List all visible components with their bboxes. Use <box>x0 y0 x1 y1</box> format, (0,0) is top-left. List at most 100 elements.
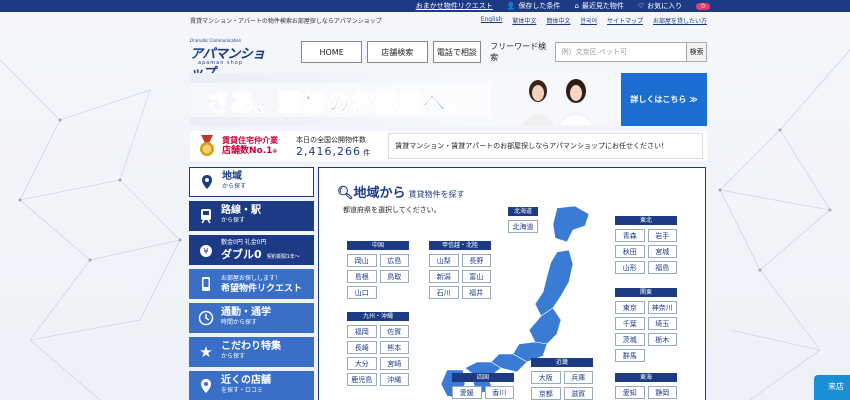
pref-button[interactable]: 千葉 <box>615 317 645 330</box>
pref-button[interactable]: 山口 <box>347 286 377 299</box>
pref-button[interactable]: 福島 <box>647 261 677 274</box>
sitemap-link[interactable]: サイトマップ <box>607 16 643 25</box>
listing-count-value: 2,416,266 <box>296 144 361 158</box>
pref-button[interactable]: 愛媛 <box>452 386 482 399</box>
pref-button[interactable]: 沖縄 <box>379 373 409 386</box>
medal-icon <box>200 135 214 156</box>
pref-button[interactable]: 福井 <box>461 286 491 299</box>
heart-icon: ♡ <box>637 2 645 10</box>
map-pin-icon <box>198 173 216 191</box>
sidebar-item-commute[interactable]: 通勤・通学 時間から探す <box>189 303 314 333</box>
sidebar-item-request[interactable]: お部屋お探しします！ 希望物件リクエスト <box>189 269 314 299</box>
pref-button[interactable]: 富山 <box>461 270 491 283</box>
region-kanto: 関東 東京 神奈川 千葉 埼玉 茨城 栃木 群馬 <box>615 288 677 362</box>
hero-banner[interactable]: さあ、理想のお部屋へ。 詳しくはこちら ≫ <box>190 73 707 126</box>
person-icon: 👤 <box>506 2 516 10</box>
pref-button[interactable]: 島根 <box>347 270 377 283</box>
pref-button[interactable]: 神奈川 <box>647 301 677 314</box>
lang-english-link[interactable]: English <box>481 16 503 25</box>
language-links: English 繁体中文 簡体中文 한국어 サイトマップ お部屋を貸したい方 <box>481 16 707 25</box>
region-koshinetsu: 甲信越・北陸 山梨 長野 新潟 富山 石川 福井 <box>429 241 491 299</box>
lang-simplified-chinese-link[interactable]: 簡体中文 <box>546 16 570 25</box>
visit-store-tab[interactable]: 来店 <box>814 375 850 400</box>
area-search-panel: 🔍︎地域から 賃貸物件を探す 都道府県を選択してください。 北海道 北海道 東北 … <box>318 167 706 400</box>
freeword-label: フリーワード検索 <box>490 42 547 62</box>
pref-button[interactable]: 岡山 <box>347 254 377 267</box>
lang-traditional-chinese-link[interactable]: 繁体中文 <box>512 16 536 25</box>
svg-text:¥: ¥ <box>203 247 208 256</box>
pref-button[interactable]: 石川 <box>429 286 459 299</box>
pref-button[interactable]: 茨城 <box>615 333 645 346</box>
search-input[interactable]: 例）文京区 ペット可 <box>554 42 688 62</box>
pref-button[interactable]: 熊本 <box>379 341 409 354</box>
banner-people-image <box>522 79 595 126</box>
pref-button[interactable]: 大阪 <box>531 371 561 384</box>
banner-cta-button[interactable]: 詳しくはこちら ≫ <box>621 73 707 126</box>
pref-button[interactable]: 群馬 <box>615 349 645 362</box>
region-kyushu: 九州・沖縄 福岡 佐賀 長崎 熊本 大分 宮崎 鹿児島 沖縄 <box>347 312 409 386</box>
clock-icon <box>197 309 215 327</box>
pref-button[interactable]: 静岡 <box>647 386 677 399</box>
star-icon: ★ <box>199 343 213 361</box>
pref-button[interactable]: 新潟 <box>429 270 459 283</box>
pref-button[interactable]: 長崎 <box>347 341 377 354</box>
pref-button[interactable]: 山梨 <box>429 254 459 267</box>
request-link[interactable]: おまかせ物件リクエスト <box>416 1 493 11</box>
region-chugoku: 中国 岡山 広島 島根 鳥取 山口 <box>347 241 409 299</box>
region-shikoku: 四国 愛媛 香川 <box>452 373 514 399</box>
pref-button[interactable]: 愛知 <box>615 386 645 399</box>
pref-button[interactable]: 京都 <box>531 387 561 400</box>
sidebar-item-nearby-stores[interactable]: 近くの店舗 を探す・ロコミ <box>189 371 314 400</box>
pref-button[interactable]: 東京 <box>615 301 645 314</box>
favorites-link[interactable]: ♡ お気に入り <box>638 1 682 11</box>
house-icon: ⌂ <box>574 2 579 10</box>
phone-consult-button[interactable]: 電話で相談 <box>432 41 482 63</box>
region-hokkaido: 北海道 北海道 <box>508 207 538 233</box>
listing-count: 本日の全国公開物件数 2,416,266 件 <box>296 135 371 158</box>
pref-button[interactable]: 広島 <box>379 254 409 267</box>
region-tohoku: 東北 青森 岩手 秋田 宮城 山形 福島 <box>615 216 677 274</box>
pref-button[interactable]: 兵庫 <box>563 371 593 384</box>
search-button[interactable]: 検索 <box>686 42 707 62</box>
pref-button[interactable]: 青森 <box>615 229 645 242</box>
sidebar-item-features[interactable]: ★ こだわり特集 から探す <box>189 337 314 367</box>
home-button[interactable]: HOME <box>301 41 362 63</box>
pref-button[interactable]: 大分 <box>347 357 377 370</box>
pref-button[interactable]: 秋田 <box>615 245 645 258</box>
owner-link[interactable]: お部屋を貸したい方 <box>653 16 707 25</box>
no1-claim: 賃貸住宅仲介業 店舗数No.1※ <box>222 135 278 156</box>
pref-button[interactable]: 香川 <box>484 386 514 399</box>
pref-button[interactable]: 滋賀 <box>563 387 593 400</box>
logo[interactable]: Dramatic Communication アパマンショップ apaman s… <box>190 38 266 81</box>
recent-link[interactable]: ⌂ 最近見た物件 <box>574 1 623 11</box>
pref-button[interactable]: 佐賀 <box>379 325 409 338</box>
train-icon <box>197 207 215 225</box>
subheader-line: 賃貸マンション・アパートの物件検索お部屋探しならアパマンショップ English… <box>190 16 707 25</box>
pin-icon <box>197 377 215 395</box>
phone-icon <box>197 275 215 293</box>
store-search-button[interactable]: 店舗検索 <box>366 41 428 63</box>
pref-button[interactable]: 福岡 <box>347 325 377 338</box>
region-tokai: 東海 愛知 静岡 <box>615 373 677 399</box>
info-bar: 賃貸住宅仲介業 店舗数No.1※ 本日の全国公開物件数 2,416,266 件 … <box>190 131 707 161</box>
banner-slogan: さあ、理想のお部屋へ。 <box>206 89 471 118</box>
lang-korean-link[interactable]: 한국어 <box>580 16 597 25</box>
pref-button[interactable]: 宮崎 <box>379 357 409 370</box>
site-intro-text: 賃貸マンション・アパートの物件検索お部屋探しならアパマンショップ <box>190 18 382 25</box>
japan-map[interactable] <box>407 204 627 400</box>
pref-button[interactable]: 埼玉 <box>647 317 677 330</box>
favorites-count-badge: 0 <box>696 2 710 10</box>
pref-button[interactable]: 長野 <box>461 254 491 267</box>
pref-button[interactable]: 岩手 <box>647 229 677 242</box>
pref-button[interactable]: 宮城 <box>647 245 677 258</box>
pref-button[interactable]: 鹿児島 <box>347 373 377 386</box>
pref-button[interactable]: 鳥取 <box>379 270 409 283</box>
sidebar-item-area[interactable]: 地域 から探す <box>189 167 314 197</box>
sidebar-item-double-zero[interactable]: ¥ 敷金0円 礼金0円 ダブル0 契約期間1年〜 <box>189 235 314 265</box>
pref-button[interactable]: 北海道 <box>508 220 538 233</box>
sidebar-item-station[interactable]: 路線・駅 から探す <box>189 201 314 231</box>
saved-conditions-link[interactable]: 👤 保存した条件 <box>507 1 561 11</box>
pref-button[interactable]: 山形 <box>615 261 645 274</box>
pref-button[interactable]: 栃木 <box>647 333 677 346</box>
search-icon: 🔍︎ <box>337 186 354 201</box>
